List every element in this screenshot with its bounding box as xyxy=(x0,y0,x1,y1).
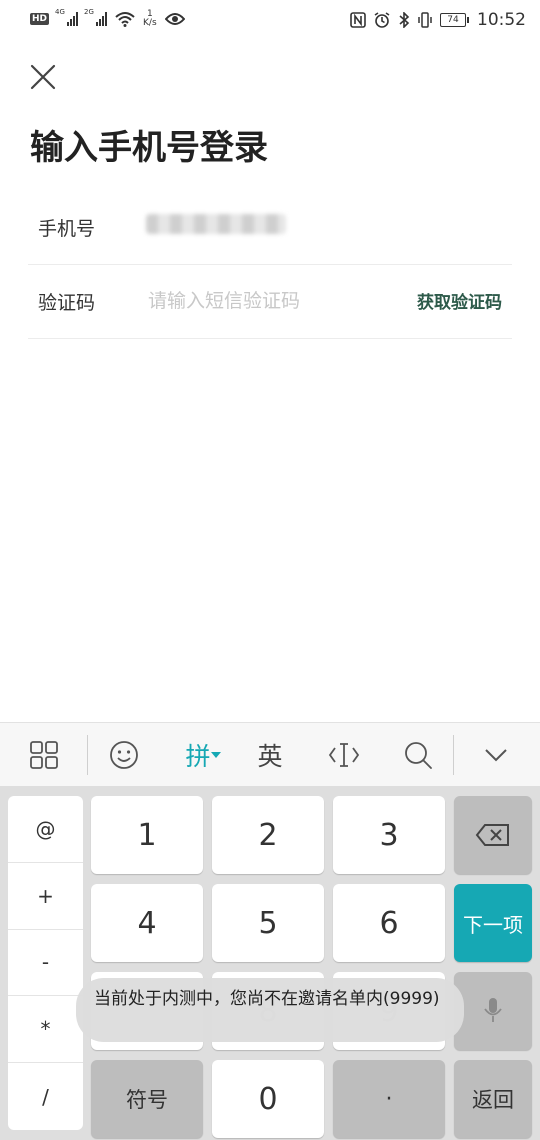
english-label: 英 xyxy=(257,742,283,771)
cursor-icon xyxy=(328,743,360,767)
wifi-icon xyxy=(115,12,135,27)
hide-keyboard-button[interactable] xyxy=(474,723,518,787)
next-field-key[interactable]: 下一项 xyxy=(454,884,532,962)
nfc-icon xyxy=(350,12,366,28)
symbols-key[interactable]: 符号 xyxy=(91,1060,203,1138)
symbol-key-slash[interactable]: / xyxy=(8,1063,83,1130)
signal-icon-2g: 2G xyxy=(84,8,108,26)
key-0[interactable]: 0 xyxy=(212,1060,324,1138)
hd-badge: HD xyxy=(30,13,50,25)
english-mode-button[interactable]: 英 xyxy=(248,723,292,787)
numeric-keyboard: @ + - * / 1 2 3 4 5 6 下一项 8 9 符号 0 · 返回 xyxy=(0,786,540,1140)
key-5[interactable]: 5 xyxy=(212,884,324,962)
return-key[interactable]: 返回 xyxy=(454,1060,532,1138)
net-speed: 1 K/s xyxy=(143,9,157,28)
cursor-button[interactable] xyxy=(322,723,366,787)
microphone-icon xyxy=(484,998,502,1022)
close-button[interactable] xyxy=(28,62,58,92)
code-input[interactable] xyxy=(146,282,390,320)
key-1[interactable]: 1 xyxy=(91,796,203,874)
toolbar-divider xyxy=(453,735,454,775)
symbol-key-minus[interactable]: - xyxy=(8,930,83,997)
smiley-icon xyxy=(110,741,138,769)
pinyin-mode-button[interactable]: 拼 xyxy=(176,723,230,787)
key-2[interactable]: 2 xyxy=(212,796,324,874)
page-title: 输入手机号登录 xyxy=(30,128,268,168)
backspace-icon xyxy=(475,824,509,846)
phone-number-masked[interactable] xyxy=(146,214,286,234)
code-row: 验证码 获取验证码 xyxy=(28,264,512,339)
eye-icon xyxy=(164,13,185,25)
phone-row: 手机号 xyxy=(28,190,512,265)
backspace-key[interactable] xyxy=(454,796,532,874)
apps-grid-button[interactable] xyxy=(20,723,68,787)
voice-input-key[interactable] xyxy=(454,972,532,1050)
toolbar-divider xyxy=(87,735,88,775)
close-icon xyxy=(30,64,56,90)
search-button[interactable] xyxy=(396,723,440,787)
symbol-column: @ + - * / xyxy=(8,796,83,1130)
key-4[interactable]: 4 xyxy=(91,884,203,962)
vibrate-icon xyxy=(418,12,432,28)
code-label: 验证码 xyxy=(38,292,96,314)
symbol-key-plus[interactable]: + xyxy=(8,863,83,930)
battery-icon: 74 xyxy=(440,13,469,27)
status-bar: HD 4G 2G 1 K/s 74 10:52 xyxy=(0,0,540,44)
search-icon xyxy=(405,742,432,769)
signal-icon-4g: 4G xyxy=(55,8,79,26)
caret-down-icon xyxy=(210,752,221,758)
symbol-key-asterisk[interactable]: * xyxy=(8,996,83,1064)
alarm-icon xyxy=(374,12,390,28)
chevron-down-icon xyxy=(485,749,507,762)
key-6[interactable]: 6 xyxy=(333,884,445,962)
pinyin-label: 拼 xyxy=(185,742,211,771)
get-code-button[interactable]: 获取验证码 xyxy=(417,288,502,313)
dot-key[interactable]: · xyxy=(333,1060,445,1138)
bluetooth-icon xyxy=(399,12,410,28)
key-3[interactable]: 3 xyxy=(333,796,445,874)
clock: 10:52 xyxy=(477,10,526,30)
phone-label: 手机号 xyxy=(38,218,96,240)
emoji-button[interactable] xyxy=(100,723,148,787)
toast-message: 当前处于内测中，您尚不在邀请名单内(9999) xyxy=(76,978,464,1042)
grid-icon xyxy=(30,741,58,769)
symbol-key-at[interactable]: @ xyxy=(8,796,83,863)
keyboard-toolbar: 拼 英 xyxy=(0,722,540,787)
